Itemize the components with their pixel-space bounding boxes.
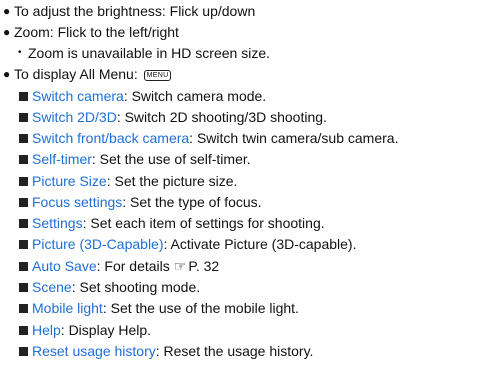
page-reference[interactable]: P. 32: [188, 258, 219, 274]
bullet-text: Zoom: Flick to the left/right: [14, 24, 179, 40]
all-menu-label: To display All Menu:: [14, 66, 138, 82]
zoom-note-text: Zoom is unavailable in HD screen size.: [28, 45, 270, 61]
square-bullet-icon: [19, 155, 28, 164]
menu-item-desc: : Display Help.: [60, 322, 152, 338]
menu-item-link[interactable]: Reset usage history: [32, 343, 156, 359]
manual-page: ● To adjust the brightness: Flick up/dow…: [0, 0, 496, 369]
menu-item-link[interactable]: Switch 2D/3D: [32, 109, 117, 125]
menu-item-link[interactable]: Mobile light: [32, 300, 103, 316]
menu-item-desc: : Switch camera mode.: [123, 88, 267, 104]
menu-item-desc: : Set shooting mode.: [71, 279, 201, 295]
square-bullet-icon: [19, 347, 28, 356]
square-bullet-icon: [19, 240, 28, 249]
bullet-dot-icon: ●: [3, 67, 11, 81]
menu-item-desc: : Reset the usage history.: [155, 343, 314, 359]
menu-item-desc: : Set each item of settings for shooting…: [82, 215, 325, 231]
menu-item-link[interactable]: Switch camera: [32, 88, 124, 104]
menu-item-link[interactable]: Picture (3D-Capable): [32, 236, 164, 252]
square-bullet-icon: [19, 198, 28, 207]
menu-item-desc: : Set the picture size.: [106, 173, 238, 189]
all-menu-line: To display All Menu: MENU: [14, 64, 172, 84]
menu-item-link[interactable]: Scene: [32, 279, 72, 295]
square-bullet-icon: [19, 177, 28, 186]
square-bullet-icon: [19, 326, 28, 335]
menu-key-icon: MENU: [143, 70, 172, 81]
menu-item-link[interactable]: Self-timer: [32, 151, 92, 167]
menu-item-link[interactable]: Settings: [32, 215, 83, 231]
reference-hand-icon: ☞: [173, 258, 187, 274]
square-bullet-icon: [19, 304, 28, 313]
menu-item-desc: : Switch 2D shooting/3D shooting.: [116, 109, 327, 125]
bullet-text: To adjust the brightness: Flick up/down: [14, 3, 256, 19]
menu-item-link[interactable]: Auto Save: [32, 258, 97, 274]
menu-item-desc: : Set the use of self-timer.: [91, 151, 251, 167]
menu-item-desc: : Set the type of focus.: [122, 194, 262, 210]
menu-item-link[interactable]: Help: [32, 322, 61, 338]
square-bullet-icon: [19, 113, 28, 122]
menu-item-link[interactable]: Focus settings: [32, 194, 122, 210]
menu-item-desc: : Activate Picture (3D-capable).: [163, 236, 357, 252]
square-bullet-icon: [19, 262, 28, 271]
square-bullet-icon: [19, 219, 28, 228]
menu-item-link[interactable]: Picture Size: [32, 173, 107, 189]
bullet-dot-icon: ●: [3, 25, 11, 39]
menu-item-desc: : Set the use of the mobile light.: [102, 300, 299, 316]
square-bullet-icon: [19, 134, 28, 143]
sub-bullet-icon: •: [18, 47, 22, 58]
square-bullet-icon: [19, 283, 28, 292]
menu-item-desc: : Switch twin camera/sub camera.: [189, 130, 399, 146]
bullet-dot-icon: ●: [3, 4, 11, 18]
menu-item-link[interactable]: Switch front/back camera: [32, 130, 189, 146]
menu-item-desc: : For details: [96, 258, 170, 274]
square-bullet-icon: [19, 92, 28, 101]
